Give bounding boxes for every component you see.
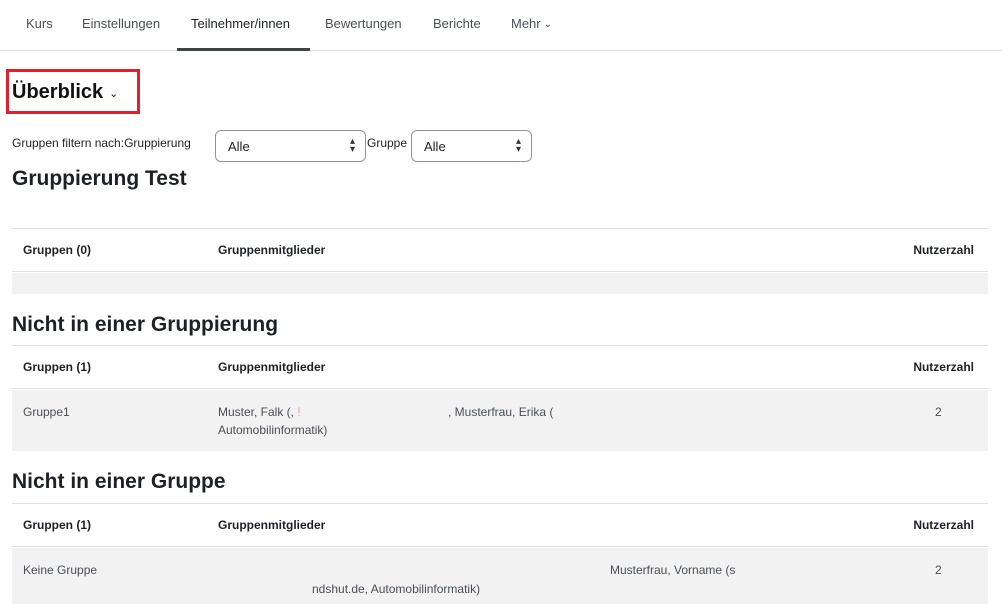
column-header-groups: Gruppen (1) (23, 518, 91, 532)
column-header-count: Nutzerzahl (913, 360, 974, 374)
grouping-label: Gruppierung (124, 136, 191, 150)
select-arrows-icon: ▴ ▾ (515, 136, 521, 155)
active-tab-indicator (177, 48, 310, 51)
filter-prefix: Gruppen filtern nach: (12, 136, 125, 150)
page-title: Überblick (12, 81, 104, 103)
section-heading: Nicht in einer Gruppierung (12, 313, 279, 336)
empty-table-body (12, 273, 988, 294)
tab-mehr[interactable]: Mehr ⌄ (511, 16, 552, 31)
column-header-members: Gruppenmitglieder (218, 243, 326, 257)
section-heading: Nicht in einer Gruppe (12, 470, 226, 493)
filter-label: Gruppen filtern nach:Gruppierung (12, 136, 191, 150)
redacted-text: ! (294, 405, 301, 419)
group-name: Keine Gruppe (23, 563, 98, 577)
group-name: Gruppe1 (23, 405, 70, 419)
chevron-down-icon: ⌄ (109, 88, 119, 100)
tab-bewertungen[interactable]: Bewertungen (325, 16, 402, 31)
select-arrows-icon: ▴ ▾ (349, 136, 355, 155)
tab-berichte[interactable]: Berichte (433, 16, 481, 31)
secondary-navigation: Kurs Einstellungen Teilnehmer/innen Bewe… (0, 0, 1002, 51)
group-select[interactable]: Alle ▴ ▾ (411, 130, 532, 162)
grouping-select[interactable]: Alle ▴ ▾ (215, 130, 366, 162)
member-count: 2 (935, 405, 942, 419)
group-label: Gruppe (367, 136, 408, 150)
section-heading: Gruppierung Test (12, 167, 187, 190)
member-text: Muster, Falk (, (218, 405, 295, 419)
column-header-members: Gruppenmitglieder (218, 518, 326, 532)
column-header-groups: Gruppen (1) (23, 360, 91, 374)
tab-einstellungen[interactable]: Einstellungen (82, 16, 160, 31)
grouping-select-value: Alle (228, 139, 250, 154)
table-header: Gruppen (0) Gruppenmitglieder Nutzerzahl (12, 228, 988, 272)
chevron-down-icon: ⌄ (543, 19, 553, 30)
page-title-dropdown[interactable]: Überblick ⌄ (12, 81, 118, 104)
member-count: 2 (935, 563, 942, 577)
group-select-value: Alle (424, 139, 446, 154)
tab-kurs[interactable]: Kurs (26, 16, 53, 31)
table-row: Gruppe1 Muster, Falk (, ! , Musterfrau, … (12, 390, 988, 451)
column-header-groups: Gruppen (0) (23, 243, 91, 257)
tab-mehr-label: Mehr (511, 16, 541, 31)
column-header-count: Nutzerzahl (913, 243, 974, 257)
group-members-continued: , Musterfrau, Erika ( (448, 405, 554, 419)
group-members-line2: ndshut.de, Automobilinformatik) (312, 582, 481, 596)
table-header: Gruppen (1) Gruppenmitglieder Nutzerzahl (12, 503, 988, 547)
column-header-count: Nutzerzahl (913, 518, 974, 532)
table-row: Keine Gruppe Musterfrau, Vorname (s ndsh… (12, 548, 988, 604)
group-members: Muster, Falk (, ! (218, 404, 301, 421)
group-members: Musterfrau, Vorname (s (610, 563, 736, 577)
column-header-members: Gruppenmitglieder (218, 360, 326, 374)
group-members-line2: Automobilinformatik) (218, 423, 328, 437)
tab-teilnehmer[interactable]: Teilnehmer/innen (191, 16, 290, 31)
table-header: Gruppen (1) Gruppenmitglieder Nutzerzahl (12, 345, 988, 389)
